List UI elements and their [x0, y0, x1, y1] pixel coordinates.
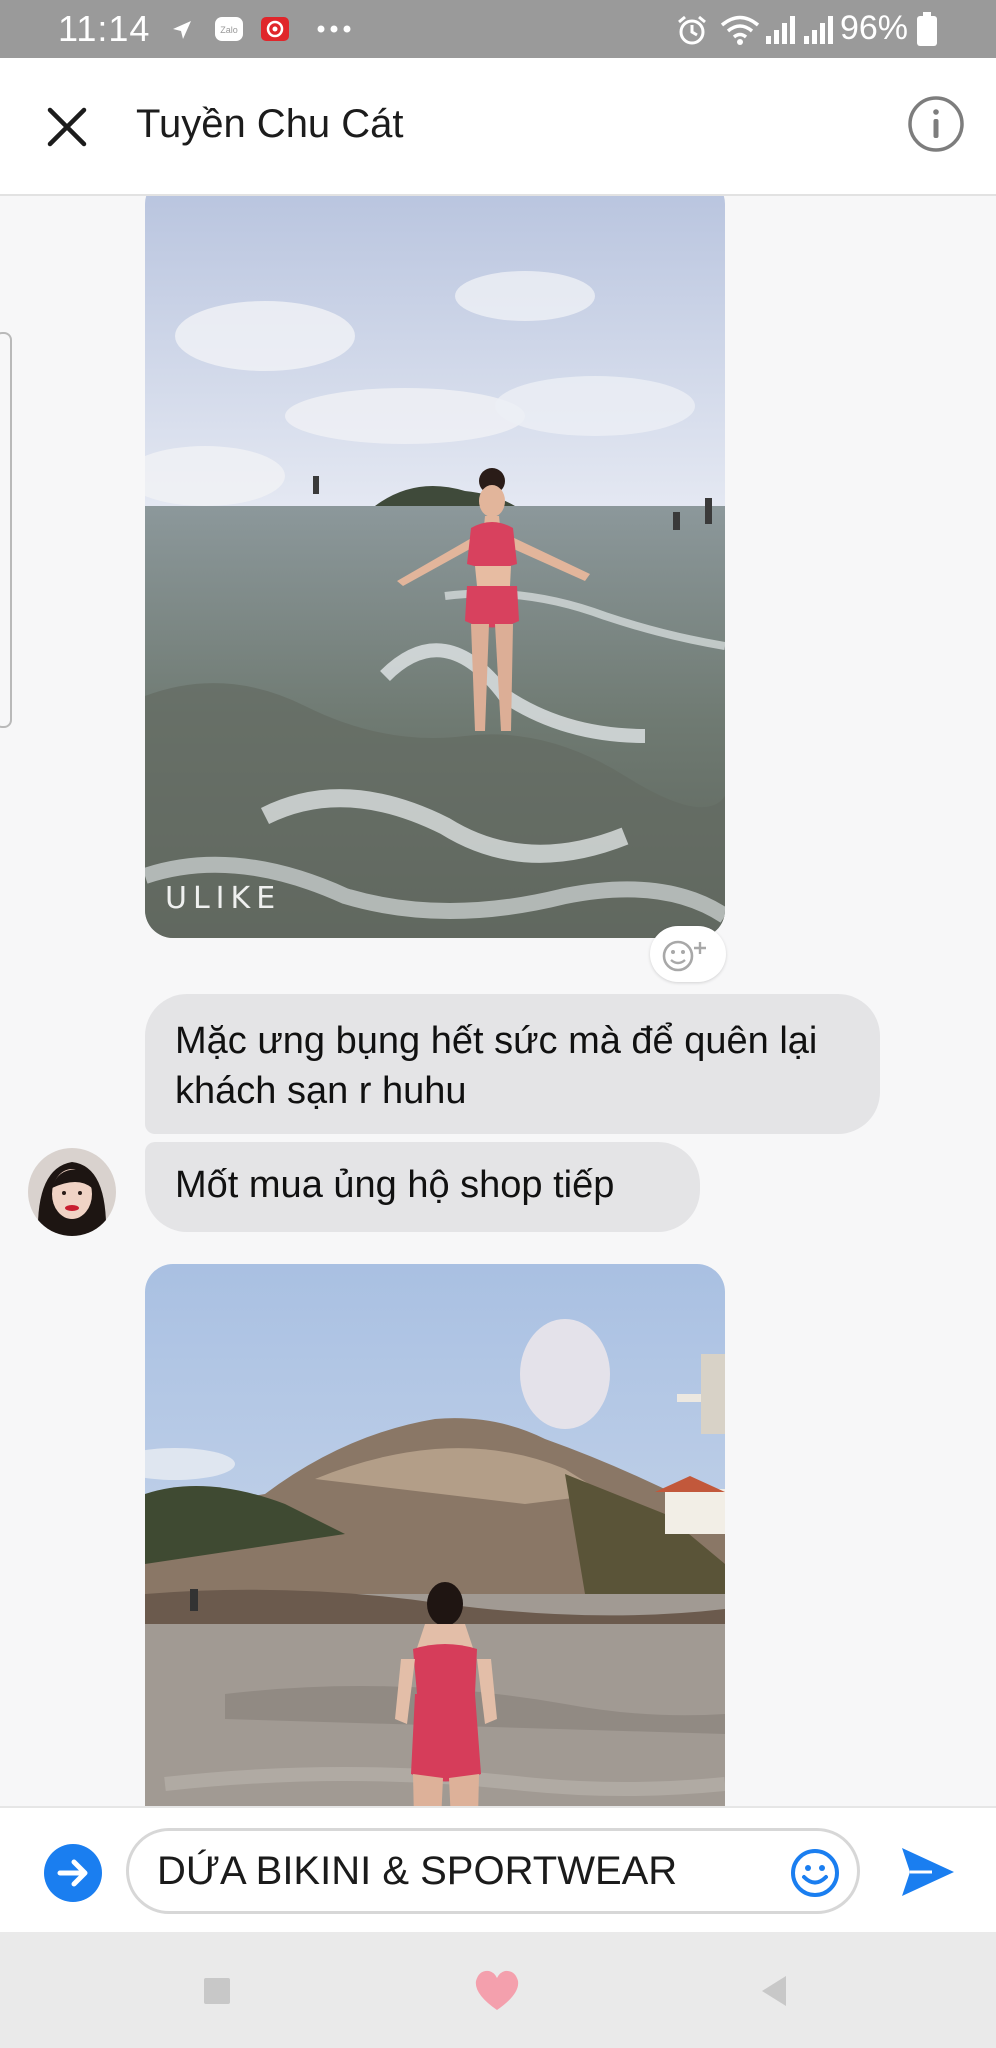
signal-icon: [766, 16, 795, 44]
back-icon[interactable]: [758, 1974, 790, 2008]
sender-avatar[interactable]: [28, 1148, 116, 1236]
app-icon: [261, 17, 289, 41]
close-icon[interactable]: [42, 102, 92, 152]
alarm-icon: [678, 15, 706, 45]
arrow-right-circle-icon[interactable]: [42, 1842, 104, 1904]
received-message[interactable]: Mốt mua ủng hộ shop tiếp: [145, 1142, 700, 1232]
signal-icon: [804, 16, 833, 44]
svg-text:Zalo: Zalo: [220, 25, 238, 35]
recent-apps-icon[interactable]: [202, 1976, 232, 2006]
battery-percentage: 96%: [839, 9, 908, 47]
photo-message[interactable]: [145, 1264, 725, 1806]
conversation-header: Tuyền Chu Cát: [0, 58, 996, 196]
add-reaction-button[interactable]: [650, 926, 726, 982]
system-navigation-bar: [0, 1932, 996, 2048]
message-composer: [0, 1806, 996, 1934]
beach-photo-image: [145, 196, 725, 938]
contact-name[interactable]: Tuyền Chu Cát: [136, 102, 404, 147]
beach-photo-image: [145, 1264, 725, 1806]
navigation-icon: [173, 21, 191, 39]
battery-icon: [917, 12, 937, 46]
message-list[interactable]: ULIKE Mặc ưng bụng hết sức mà để quên lạ…: [0, 196, 996, 1806]
home-heart-icon[interactable]: [472, 1968, 522, 2012]
message-input[interactable]: [126, 1828, 860, 1914]
avatar-image: [28, 1148, 116, 1236]
emoji-plus-icon: [662, 940, 706, 972]
status-time: 11:14: [58, 8, 151, 49]
zalo-icon: Zalo: [215, 17, 243, 41]
send-icon[interactable]: [898, 1842, 958, 1902]
emoji-icon[interactable]: [790, 1848, 840, 1898]
info-icon[interactable]: [906, 94, 966, 154]
wifi-icon: [720, 15, 760, 45]
edge-panel-handle[interactable]: [0, 332, 12, 728]
more-dots-icon: [317, 25, 351, 33]
photo-watermark: ULIKE: [165, 881, 282, 916]
photo-message[interactable]: ULIKE: [145, 196, 725, 938]
received-message[interactable]: Mặc ưng bụng hết sức mà để quên lại khác…: [145, 994, 880, 1134]
status-bar: 11:14 Zalo 96%: [0, 0, 996, 58]
